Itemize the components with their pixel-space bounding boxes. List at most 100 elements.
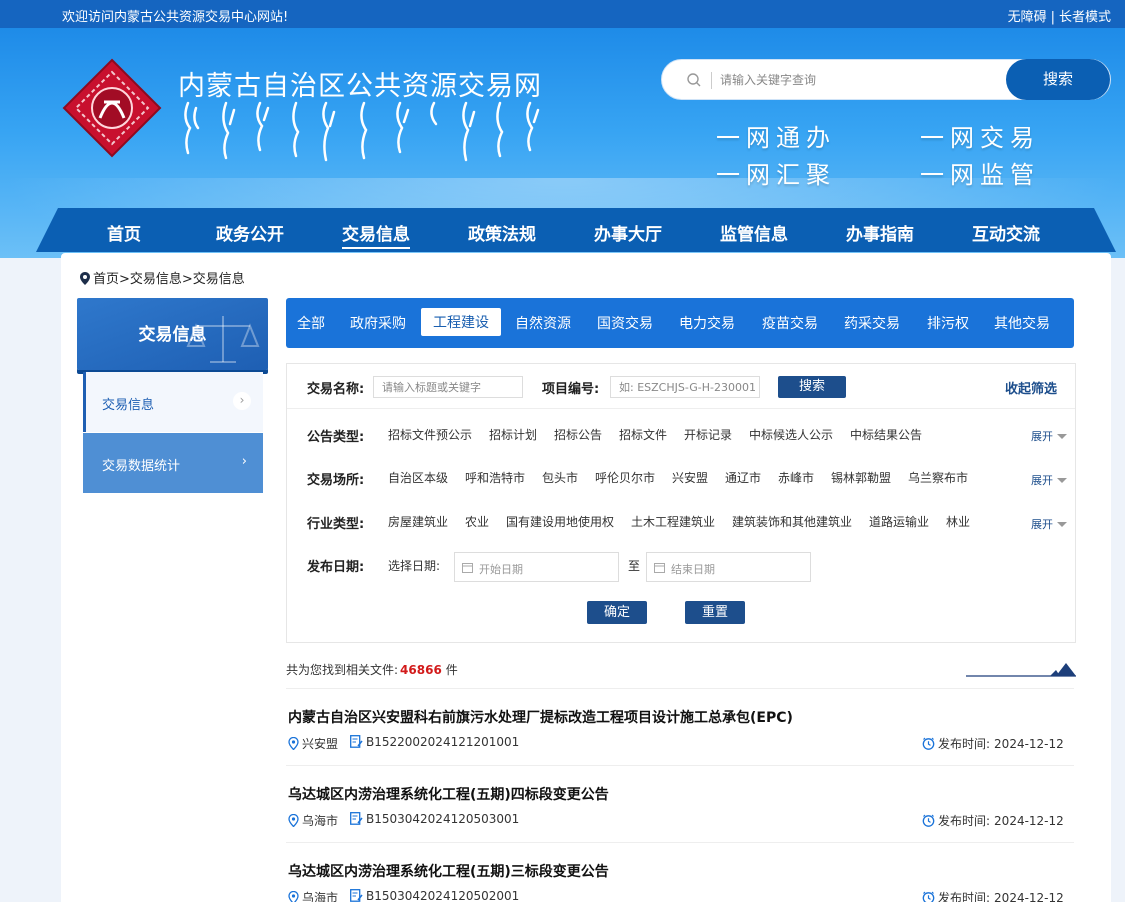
project-code-input[interactable] [610, 376, 760, 398]
nav-government-affairs[interactable]: 政务公开 [216, 220, 284, 245]
location-option[interactable]: 乌兰察布市 [908, 469, 968, 486]
tab-state-assets[interactable]: 国资交易 [597, 313, 653, 333]
tab-other[interactable]: 其他交易 [994, 313, 1050, 333]
chevron-right-icon: › [233, 392, 251, 410]
site-logo[interactable] [62, 58, 162, 158]
trade-name-label: 交易名称: [307, 382, 365, 397]
collapse-filter-button[interactable]: 收起筛选 [1005, 378, 1057, 397]
location-option[interactable]: 呼和浩特市 [465, 469, 525, 486]
result-item: 乌达城区内涝治理系统化工程(五期)三标段变更公告 乌海市 B1503042024… [286, 842, 1074, 902]
nav-home[interactable]: 首页 [107, 220, 141, 245]
accessibility-link[interactable]: 无障碍 [1008, 10, 1047, 25]
start-date-input[interactable]: 开始日期 [454, 552, 619, 582]
nav-background [36, 208, 1116, 252]
elder-mode-link[interactable]: 长者模式 [1059, 10, 1111, 25]
location-option[interactable]: 呼伦贝尔市 [595, 469, 655, 486]
nav-interaction[interactable]: 互动交流 [972, 220, 1040, 245]
result-date-label: 发布时间: [938, 814, 991, 828]
clock-icon [922, 814, 935, 827]
tab-engineering[interactable]: 工程建设 [421, 308, 501, 336]
result-title[interactable]: 内蒙古自治区兴安盟科右前旗污水处理厂提标改造工程项目设计施工总承包(EPC) [288, 707, 793, 727]
publish-date-label: 发布日期: [307, 560, 365, 575]
industry-option[interactable]: 建筑装饰和其他建筑业 [732, 513, 852, 530]
filter-panel: 交易名称: 项目编号: 搜索 收起筛选 公告类型: 招标文件预公示 招标计划 招… [286, 363, 1076, 643]
separator: | [1050, 10, 1055, 25]
reset-button[interactable]: 重置 [685, 601, 745, 624]
result-title[interactable]: 乌达城区内涝治理系统化工程(五期)四标段变更公告 [288, 784, 609, 804]
location-option[interactable]: 通辽市 [725, 469, 761, 486]
tab-vaccine[interactable]: 疫苗交易 [762, 313, 818, 333]
chevron-down-icon [1057, 434, 1067, 439]
result-code: B1522002024121201001 [350, 735, 519, 749]
notice-type-label: 公告类型: [307, 430, 365, 445]
result-count-number: 46866 [400, 663, 442, 677]
slogan-4: 一网监管 [920, 161, 1040, 189]
industry-option[interactable]: 土木工程建筑业 [631, 513, 715, 530]
notice-option[interactable]: 中标结果公告 [850, 426, 922, 443]
industry-option[interactable]: 房屋建筑业 [388, 513, 448, 530]
nav-policies[interactable]: 政策法规 [468, 220, 536, 245]
slogan-3: 一网汇聚 [716, 161, 836, 189]
notice-option[interactable]: 开标记录 [684, 426, 732, 443]
confirm-button[interactable]: 确定 [587, 601, 647, 624]
breadcrumb-text[interactable]: 首页>交易信息>交易信息 [93, 272, 245, 287]
location-expand-toggle[interactable]: 展开 [1031, 472, 1067, 488]
result-date: 发布时间: 2024-12-12 [922, 812, 1064, 829]
sidebar-item-trade-info[interactable]: 交易信息 › [83, 372, 263, 432]
location-option[interactable]: 赤峰市 [778, 469, 814, 486]
notice-option[interactable]: 招标公告 [554, 426, 602, 443]
trade-name-input[interactable] [373, 376, 523, 398]
breadcrumb: 首页>交易信息>交易信息 [80, 268, 245, 287]
location-option[interactable]: 兴安盟 [672, 469, 708, 486]
filter-search-row: 交易名称: 项目编号: 搜索 收起筛选 [287, 364, 1075, 409]
filter-search-button[interactable]: 搜索 [778, 376, 846, 398]
sidebar-header: 交易信息 [77, 298, 268, 370]
industry-expand-toggle[interactable]: 展开 [1031, 516, 1067, 532]
industry-option[interactable]: 道路运输业 [869, 513, 929, 530]
tab-government-procurement[interactable]: 政府采购 [350, 313, 406, 333]
select-date-label: 选择日期: [388, 559, 441, 573]
search-input[interactable] [720, 69, 1000, 91]
result-count-unit: 件 [445, 663, 458, 677]
sidebar-item-label: 交易信息 [102, 398, 155, 413]
notice-option[interactable]: 招标计划 [489, 426, 537, 443]
result-date-text: 2024-12-12 [994, 891, 1064, 902]
end-date-input[interactable]: 结束日期 [646, 552, 811, 582]
notice-expand-toggle[interactable]: 展开 [1031, 428, 1067, 444]
notice-option[interactable]: 招标文件 [619, 426, 667, 443]
sort-indicator-icon[interactable] [966, 661, 1076, 677]
welcome-text: 欢迎访问内蒙古公共资源交易中心网站! [62, 10, 289, 25]
result-location-text: 乌海市 [302, 814, 339, 828]
sidebar-item-trade-stats[interactable]: 交易数据统计 › [83, 433, 263, 493]
result-title[interactable]: 乌达城区内涝治理系统化工程(五期)三标段变更公告 [288, 861, 609, 881]
result-date-text: 2024-12-12 [994, 814, 1064, 828]
result-code-text: B1503042024120502001 [366, 889, 520, 902]
tab-emission-rights[interactable]: 排污权 [927, 313, 969, 333]
industry-option[interactable]: 国有建设用地使用权 [506, 513, 614, 530]
tab-all[interactable]: 全部 [297, 313, 325, 333]
location-option[interactable]: 包头市 [542, 469, 578, 486]
industry-option[interactable]: 林业 [946, 513, 970, 530]
tab-electricity[interactable]: 电力交易 [679, 313, 735, 333]
nav-guide[interactable]: 办事指南 [846, 220, 914, 245]
result-date-label: 发布时间: [938, 891, 991, 902]
result-item: 乌达城区内涝治理系统化工程(五期)四标段变更公告 乌海市 B1503042024… [286, 765, 1074, 841]
clock-icon [922, 737, 935, 750]
nav-service-hall[interactable]: 办事大厅 [594, 220, 662, 245]
search-button[interactable]: 搜索 [1006, 59, 1110, 100]
tab-natural-resources[interactable]: 自然资源 [515, 313, 571, 333]
location-option[interactable]: 锡林郭勒盟 [831, 469, 891, 486]
notice-option[interactable]: 招标文件预公示 [388, 426, 472, 443]
result-code: B1503042024120502001 [350, 889, 519, 902]
industry-option[interactable]: 农业 [465, 513, 489, 530]
notice-option[interactable]: 中标候选人公示 [749, 426, 833, 443]
date-to-label: 至 [628, 559, 641, 573]
tab-medicine[interactable]: 药采交易 [844, 313, 900, 333]
document-edit-icon [350, 889, 363, 902]
nav-supervision[interactable]: 监管信息 [720, 220, 788, 245]
result-code: B1503042024120503001 [350, 812, 519, 826]
nav-trade-info[interactable]: 交易信息 [342, 220, 410, 249]
result-date: 发布时间: 2024-12-12 [922, 889, 1064, 902]
top-bar: 欢迎访问内蒙古公共资源交易中心网站! 无障碍 | 长者模式 [0, 0, 1125, 28]
location-option[interactable]: 自治区本级 [388, 469, 448, 486]
